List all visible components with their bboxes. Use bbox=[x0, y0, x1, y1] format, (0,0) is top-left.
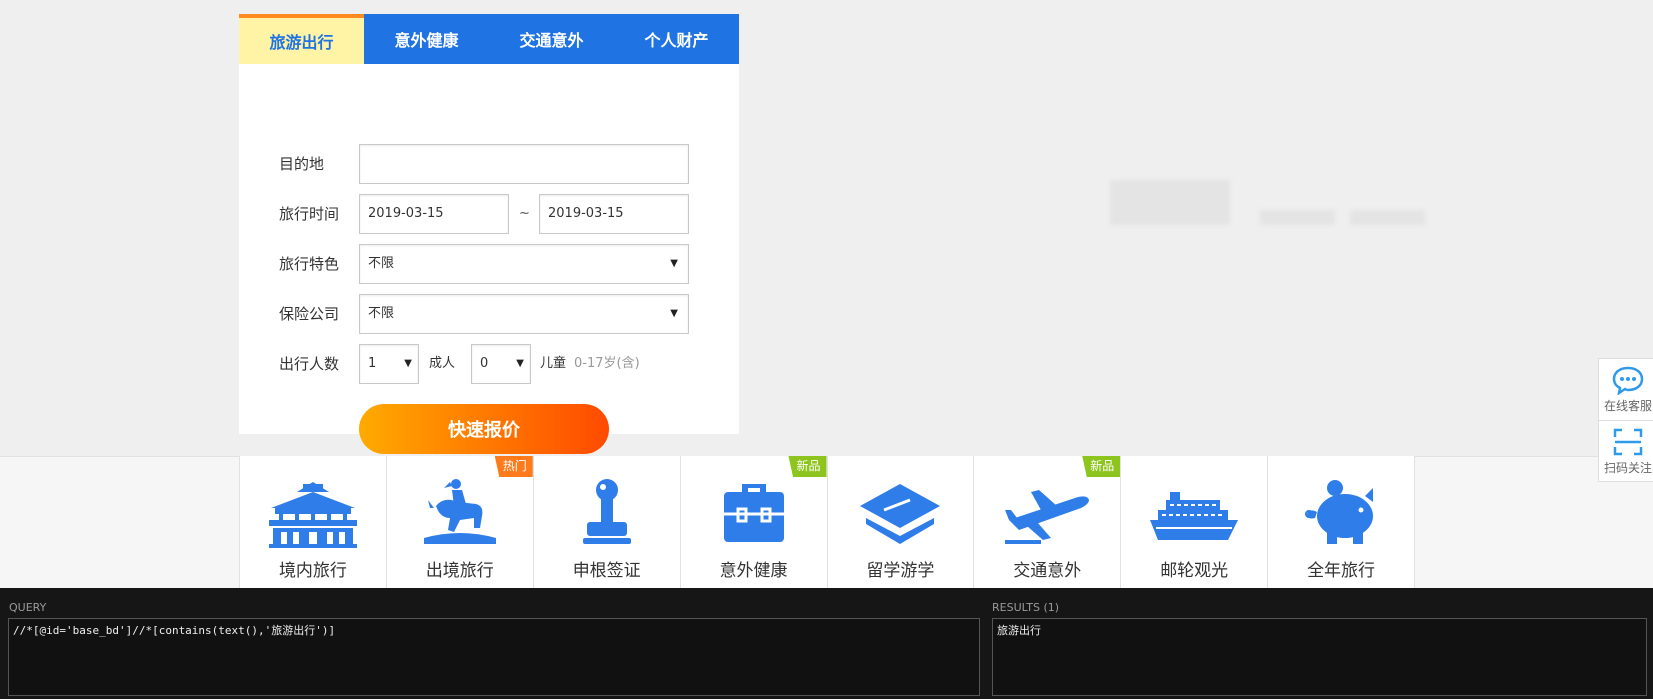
scan-qr-icon bbox=[1613, 428, 1643, 455]
category-schengen-visa[interactable]: 申根签证 bbox=[534, 456, 681, 596]
cruise-ship-icon bbox=[1150, 492, 1239, 540]
adults-select[interactable]: 1 ▼ bbox=[359, 344, 419, 384]
online-service-label: 在线客服 bbox=[1603, 399, 1652, 413]
feature-select[interactable]: 不限 ▼ bbox=[359, 244, 689, 284]
category-label: 申根签证 bbox=[572, 561, 641, 581]
piggy-bank-icon bbox=[1305, 480, 1374, 544]
xpath-query-panel: QUERY //*[@id='base_bd']//*[contains(tex… bbox=[0, 588, 1653, 699]
company-select[interactable]: 不限 ▼ bbox=[359, 294, 689, 334]
people-row: 出行人数 1 ▼ 成人 0 ▼ 儿童 0-17岁(含) bbox=[239, 344, 739, 384]
quote-form: 目的地 旅行时间 2019-03-15 ~ 2019-03-15 旅行特色 不限… bbox=[239, 64, 739, 454]
tab-personal-property[interactable]: 个人财产 bbox=[614, 14, 739, 64]
results-label: RESULTS (1) bbox=[992, 601, 1060, 614]
stamp-icon bbox=[582, 479, 631, 544]
airplane-icon bbox=[1005, 490, 1090, 544]
children-unit: 儿童 bbox=[540, 356, 567, 371]
end-date-input[interactable]: 2019-03-15 bbox=[539, 194, 689, 234]
graduation-cap-icon bbox=[860, 484, 941, 544]
category-label: 出境旅行 bbox=[425, 561, 494, 581]
travel-time-label: 旅行时间 bbox=[279, 205, 340, 223]
category-label: 意外健康 bbox=[719, 561, 788, 581]
chevron-down-icon: ▼ bbox=[516, 358, 524, 369]
company-row: 保险公司 不限 ▼ bbox=[239, 294, 739, 334]
date-separator: ~ bbox=[519, 206, 530, 221]
banner-blur bbox=[1350, 210, 1425, 225]
children-select-value: 0 bbox=[480, 356, 489, 371]
horse-statue-icon bbox=[423, 479, 496, 544]
chat-bubble-icon bbox=[1612, 366, 1644, 395]
results-output: 旅游出行 bbox=[992, 618, 1647, 696]
category-domestic-travel[interactable]: 境内旅行 bbox=[240, 456, 387, 596]
banner-blur bbox=[1260, 210, 1335, 225]
product-tabs: 旅游出行 意外健康 交通意外 个人财产 bbox=[239, 14, 739, 64]
destination-label: 目的地 bbox=[279, 155, 325, 173]
feature-row: 旅行特色 不限 ▼ bbox=[239, 244, 739, 284]
quick-quote-button[interactable]: 快速报价 bbox=[359, 404, 609, 454]
category-label: 全年旅行 bbox=[1307, 561, 1376, 581]
category-annual-travel[interactable]: 全年旅行 bbox=[1268, 456, 1415, 596]
category-traffic-accident[interactable]: 新品 交通意外 bbox=[974, 456, 1122, 596]
category-accident-health[interactable]: 新品 意外健康 bbox=[681, 456, 828, 596]
adults-unit: 成人 bbox=[429, 356, 456, 371]
floating-service-bar: 在线客服 扫码关注 bbox=[1598, 358, 1653, 482]
palace-icon bbox=[268, 482, 357, 548]
tab-traffic-accident[interactable]: 交通意外 bbox=[489, 14, 614, 64]
category-label: 交通意外 bbox=[1013, 561, 1082, 581]
company-label: 保险公司 bbox=[279, 305, 340, 323]
travel-time-row: 旅行时间 2019-03-15 ~ 2019-03-15 bbox=[239, 194, 739, 234]
destination-input[interactable] bbox=[359, 144, 689, 184]
chevron-down-icon: ▼ bbox=[404, 358, 412, 369]
scan-follow-label: 扫码关注 bbox=[1603, 460, 1652, 475]
quote-panel: 旅游出行 意外健康 交通意外 个人财产 目的地 旅行时间 2019-03-15 … bbox=[239, 14, 739, 454]
category-cruise[interactable]: 邮轮观光 bbox=[1121, 456, 1269, 596]
feature-label: 旅行特色 bbox=[279, 255, 340, 273]
feature-select-value: 不限 bbox=[368, 256, 395, 271]
new-badge: 新品 bbox=[788, 456, 827, 477]
destination-row: 目的地 bbox=[239, 144, 739, 184]
chevron-down-icon: ▼ bbox=[670, 258, 678, 269]
category-outbound-travel[interactable]: 热门 出境旅行 bbox=[387, 456, 534, 596]
query-label: QUERY bbox=[9, 601, 47, 614]
scan-follow-button[interactable]: 扫码关注 bbox=[1599, 420, 1653, 481]
category-label: 留学游学 bbox=[866, 561, 935, 581]
category-label: 邮轮观光 bbox=[1160, 561, 1229, 581]
online-service-button[interactable]: 在线客服 bbox=[1599, 359, 1653, 420]
query-input[interactable]: //*[@id='base_bd']//*[contains(text(),'旅… bbox=[8, 618, 980, 696]
tab-travel[interactable]: 旅游出行 bbox=[239, 14, 364, 64]
new-badge: 新品 bbox=[1082, 456, 1121, 477]
people-label: 出行人数 bbox=[279, 355, 340, 373]
company-select-value: 不限 bbox=[368, 306, 395, 321]
children-select[interactable]: 0 ▼ bbox=[471, 344, 531, 384]
children-age-hint: 0-17岁(含) bbox=[574, 356, 640, 371]
chevron-down-icon: ▼ bbox=[670, 308, 678, 319]
banner-blur bbox=[1110, 180, 1230, 225]
category-label: 境内旅行 bbox=[278, 561, 347, 581]
hot-badge: 热门 bbox=[494, 456, 533, 477]
start-date-input[interactable]: 2019-03-15 bbox=[359, 194, 509, 234]
adults-select-value: 1 bbox=[368, 356, 377, 371]
category-list: 境内旅行 热门 出境旅行 申根签证 新品 意外健康 留学游学 新品 交通意外 邮… bbox=[239, 456, 1415, 596]
briefcase-icon bbox=[723, 484, 784, 542]
tab-accident-health[interactable]: 意外健康 bbox=[364, 14, 489, 64]
category-study-abroad[interactable]: 留学游学 bbox=[828, 456, 975, 596]
